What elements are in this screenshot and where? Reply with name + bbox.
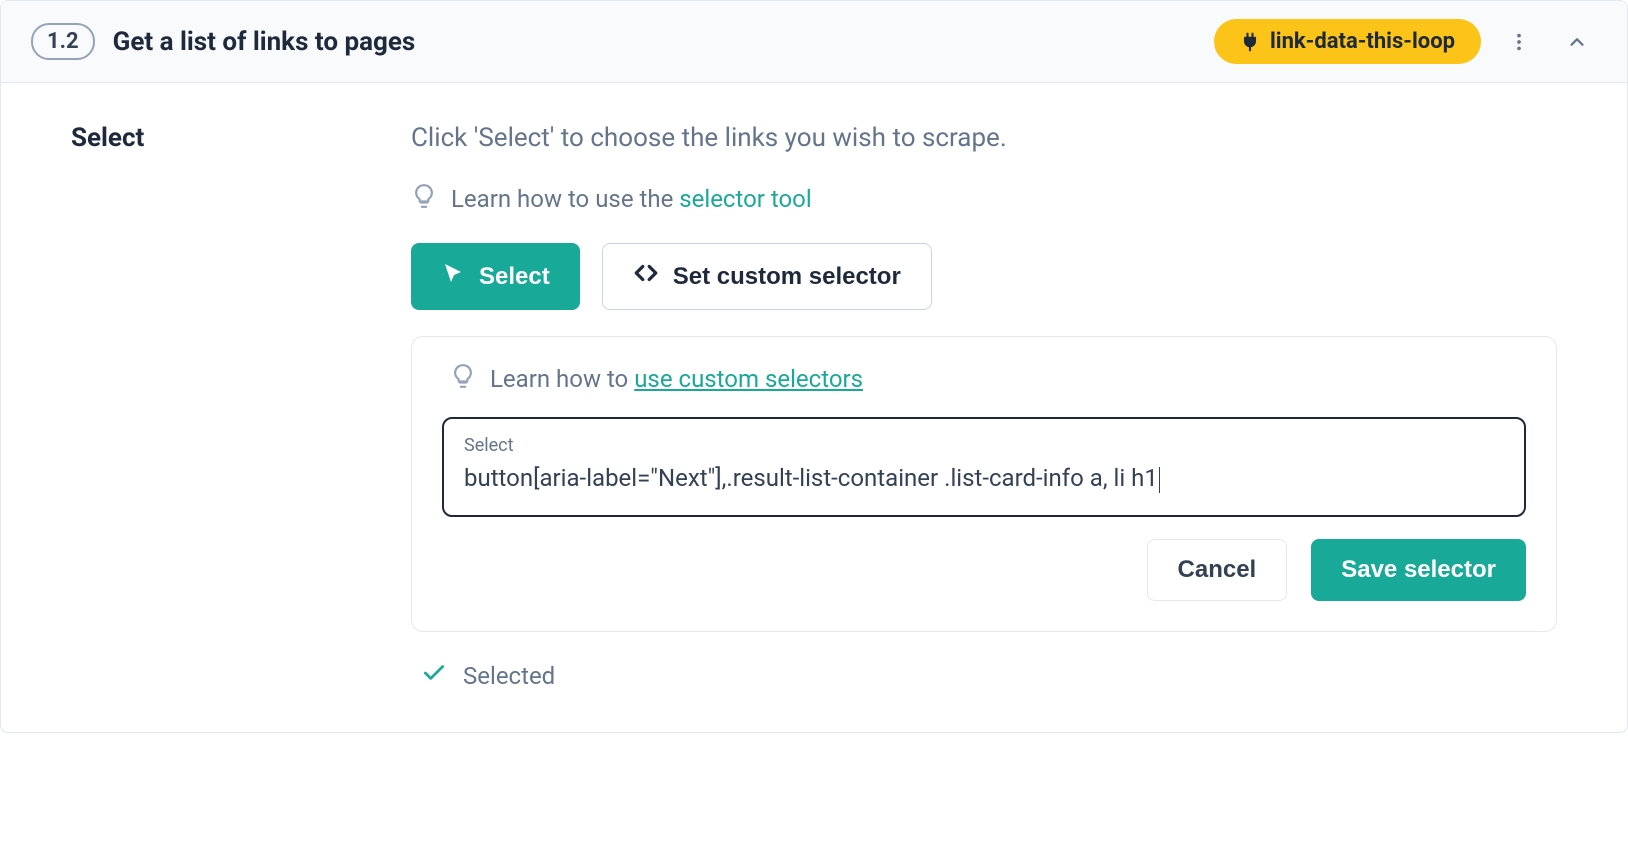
selector-buttons: Select Set custom selector (411, 243, 1557, 310)
selector-tool-hint: Learn how to use the selector tool (411, 183, 1557, 215)
set-custom-selector-button[interactable]: Set custom selector (602, 243, 932, 310)
cancel-button[interactable]: Cancel (1147, 539, 1288, 601)
selector-input-label: Select (464, 435, 1504, 456)
text-caret (1159, 467, 1160, 493)
selected-status: Selected (411, 660, 1557, 692)
section-left: Select (71, 123, 351, 692)
select-button[interactable]: Select (411, 243, 580, 310)
check-icon (421, 660, 447, 692)
lightbulb-icon (450, 363, 476, 395)
custom-selectors-link[interactable]: use custom selectors (634, 365, 863, 393)
custom-selector-actions: Cancel Save selector (442, 539, 1526, 601)
selector-input-value: button[aria-label="Next"],.result-list-c… (464, 460, 1504, 497)
instruction-text: Click 'Select' to choose the links you w… (411, 123, 1557, 153)
hint-prefix: Learn how to use the (451, 185, 679, 213)
selector-input[interactable]: Select button[aria-label="Next"],.result… (442, 417, 1526, 517)
section-right: Click 'Select' to choose the links you w… (411, 123, 1557, 692)
step-title: Get a list of links to pages (113, 27, 416, 57)
custom-selector-hint: Learn how to use custom selectors (442, 363, 1526, 395)
loop-tag-label: link-data-this-loop (1270, 29, 1455, 54)
lightbulb-icon (411, 183, 437, 215)
more-options-button[interactable] (1499, 22, 1539, 62)
custom-selector-card: Learn how to use custom selectors Select… (411, 336, 1557, 632)
header-right: link-data-this-loop (1214, 19, 1597, 64)
cursor-icon (441, 261, 465, 292)
chevron-up-icon (1566, 31, 1588, 53)
set-custom-selector-label: Set custom selector (673, 263, 901, 291)
step-panel: 1.2 Get a list of links to pages link-da… (0, 0, 1628, 733)
select-button-label: Select (479, 263, 550, 291)
collapse-button[interactable] (1557, 22, 1597, 62)
section-label: Select (71, 123, 351, 153)
step-content: Select Click 'Select' to choose the link… (1, 83, 1627, 732)
selector-tool-link[interactable]: selector tool (679, 185, 811, 213)
save-selector-button[interactable]: Save selector (1311, 539, 1526, 601)
step-number-badge: 1.2 (31, 23, 95, 60)
loop-tag-pill[interactable]: link-data-this-loop (1214, 19, 1481, 64)
custom-hint-prefix: Learn how to (490, 365, 634, 393)
selected-label: Selected (463, 662, 555, 690)
step-header: 1.2 Get a list of links to pages link-da… (1, 1, 1627, 83)
code-icon (633, 260, 659, 293)
header-left: 1.2 Get a list of links to pages (31, 23, 415, 60)
plug-icon (1240, 32, 1260, 52)
kebab-icon (1508, 31, 1530, 53)
